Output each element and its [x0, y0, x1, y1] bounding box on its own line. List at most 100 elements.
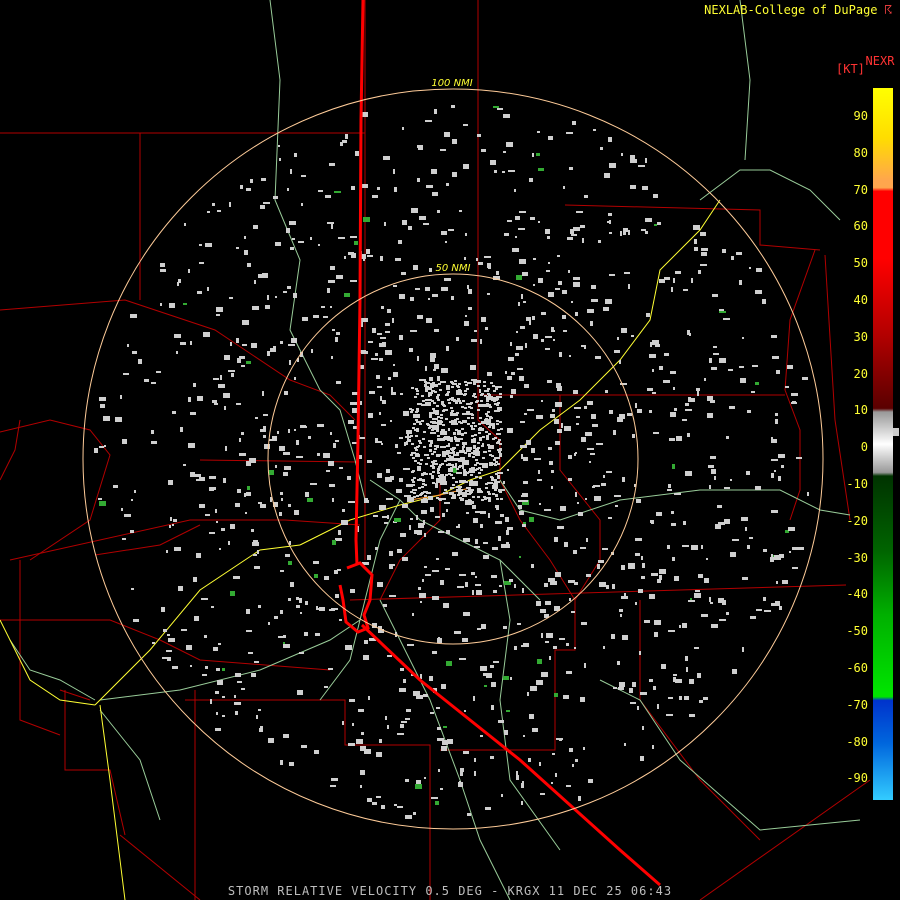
echo-pixel: [774, 555, 781, 560]
echo-pixel: [336, 275, 343, 279]
echo-pixel: [707, 413, 713, 418]
echo-pixel: [203, 332, 210, 337]
echo-pixel: [569, 355, 571, 357]
echo-pixel: [485, 327, 488, 330]
echo-pixel: [437, 399, 440, 401]
echo-pixel: [475, 584, 481, 586]
echo-pixel: [495, 461, 498, 463]
echo-pixel: [213, 378, 219, 380]
echo-pixel: [515, 236, 517, 238]
echo-pixel: [406, 709, 411, 712]
echo-pixel: [399, 335, 403, 340]
echo-pixel: [689, 714, 695, 717]
echo-pixel: [486, 435, 489, 437]
echo-pixel: [239, 438, 241, 442]
echo-pixel: [494, 464, 497, 466]
echo-pixel: [237, 681, 242, 683]
echo-pixel: [305, 492, 309, 497]
echo-pixel: [480, 524, 483, 528]
echo-pixel: [435, 516, 440, 518]
echo-pixel: [435, 801, 439, 805]
echo-pixel: [368, 413, 373, 418]
road-line: [99, 709, 161, 821]
echo-pixel: [732, 671, 737, 674]
echo-pixel: [144, 379, 149, 382]
echo-pixel: [510, 677, 512, 680]
echo-pixel: [713, 353, 719, 355]
echo-pixel: [489, 406, 492, 408]
echo-pixel: [486, 673, 492, 678]
echo-pixel: [387, 309, 391, 313]
echo-pixel: [490, 665, 494, 668]
echo-pixel: [710, 602, 713, 604]
echo-pixel: [451, 386, 454, 388]
echo-pixel: [455, 481, 458, 483]
echo-pixel: [593, 129, 596, 131]
echo-pixel: [247, 263, 251, 267]
echo-pixel: [436, 446, 439, 448]
echo-pixel: [785, 386, 789, 388]
echo-pixel: [441, 401, 444, 403]
echo-pixel: [682, 419, 687, 421]
echo-pixel: [651, 573, 658, 576]
echo-pixel: [477, 134, 481, 137]
echo-pixel: [537, 479, 542, 481]
echo-pixel: [402, 220, 407, 225]
echo-pixel: [574, 453, 576, 456]
echo-pixel: [456, 468, 459, 470]
echo-pixel: [462, 465, 464, 469]
echo-pixel: [608, 517, 612, 519]
echo-pixel: [384, 222, 386, 226]
echo-pixel: [483, 542, 488, 544]
echo-pixel: [456, 452, 459, 454]
echo-pixel: [239, 356, 245, 359]
echo-pixel: [775, 419, 778, 424]
echo-pixel: [413, 265, 418, 270]
echo-pixel: [210, 699, 212, 704]
echo-pixel: [459, 658, 466, 660]
echo-pixel: [496, 423, 499, 425]
echo-pixel: [131, 499, 133, 501]
echo-pixel: [687, 433, 690, 437]
echo-pixel: [429, 394, 432, 396]
echo-pixel: [520, 326, 525, 329]
echo-pixel: [313, 315, 319, 318]
echo-pixel: [494, 489, 497, 491]
echo-pixel: [791, 393, 798, 396]
echo-pixel: [428, 440, 431, 442]
echo-pixel: [550, 581, 557, 585]
echo-pixel: [190, 412, 196, 415]
echo-pixel: [437, 727, 441, 730]
echo-pixel: [361, 732, 364, 735]
echo-pixel: [178, 586, 183, 591]
echo-pixel: [478, 432, 481, 434]
echo-pixel: [564, 542, 568, 547]
echo-pixel: [548, 447, 552, 450]
echo-pixel: [464, 257, 466, 260]
echo-pixel: [426, 386, 429, 388]
echo-pixel: [671, 511, 674, 514]
echo-pixel: [172, 411, 176, 414]
echo-pixel: [635, 403, 637, 408]
echo-pixel: [606, 585, 609, 589]
echo-pixel: [459, 781, 461, 783]
echo-pixel: [474, 330, 477, 332]
echo-pixel: [228, 541, 230, 545]
echo-pixel: [537, 131, 540, 133]
echo-pixel: [464, 393, 467, 395]
echo-pixel: [94, 448, 98, 453]
echo-pixel: [497, 402, 500, 404]
echo-pixel: [390, 420, 392, 422]
echo-pixel: [288, 344, 295, 346]
echo-pixel: [509, 579, 513, 582]
colorbar-marker: [893, 428, 899, 436]
echo-pixel: [587, 309, 594, 313]
echo-pixel: [775, 413, 778, 416]
echo-pixel: [413, 496, 416, 498]
echo-pixel: [371, 358, 378, 360]
echo-pixel: [336, 381, 341, 384]
echo-pixel: [316, 606, 318, 609]
echo-pixel: [501, 544, 503, 548]
echo-pixel: [775, 601, 780, 606]
echo-pixel: [460, 489, 463, 491]
